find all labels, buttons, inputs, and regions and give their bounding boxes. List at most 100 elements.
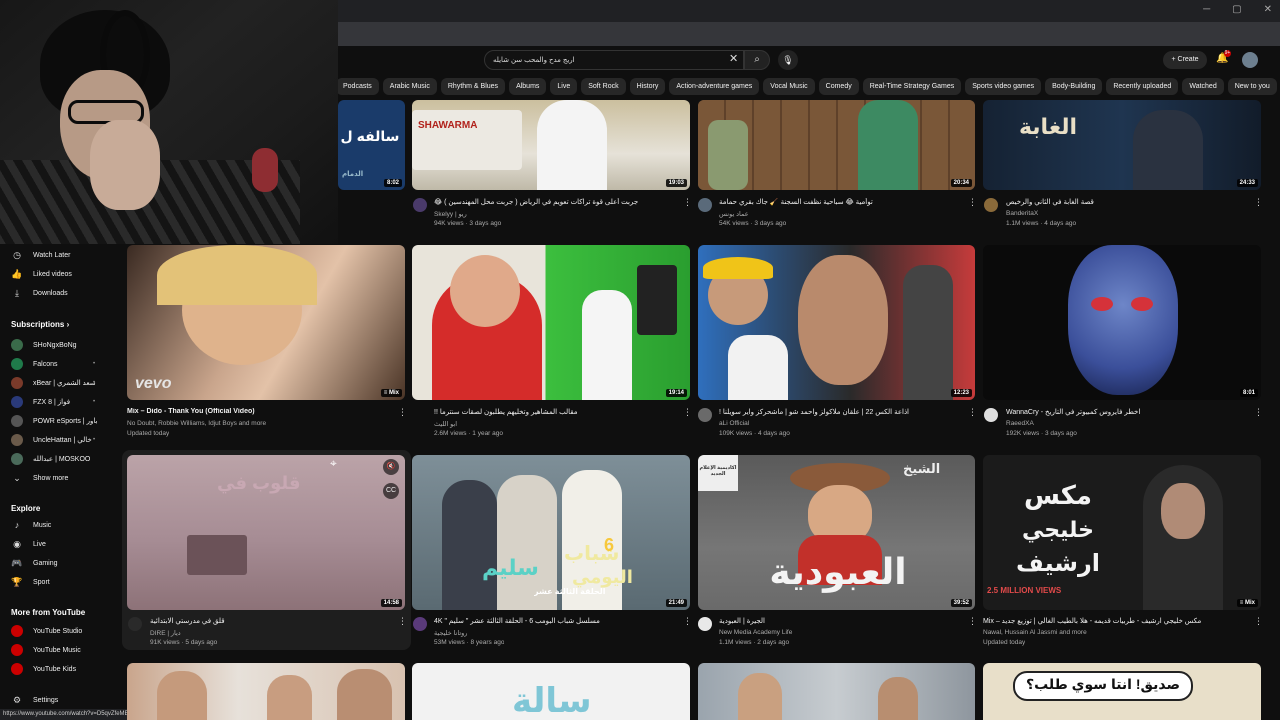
subscriptions-heading[interactable]: Subscriptions › (11, 320, 69, 329)
close-window-icon[interactable]: ✕ (1264, 4, 1272, 15)
sidebar-item-liked[interactable]: 👍 Liked videos (11, 269, 72, 280)
video-thumbnail[interactable]: vevo ≡ Mix (127, 245, 405, 400)
channel-name[interactable]: Nawal, Hussain Al Jassmi and more (983, 629, 1243, 636)
chip-new-to-you[interactable]: New to you (1227, 78, 1277, 95)
chip-comedy[interactable]: Comedy (818, 78, 859, 95)
video-title[interactable]: الجيرة | العبودية (719, 617, 964, 625)
chip-recently-uploaded[interactable]: Recently uploaded (1106, 78, 1179, 95)
video-thumbnail[interactable] (127, 663, 405, 720)
video-title[interactable]: مسلسل شباب البومب 6 - الحلقة الثالثة عشر… (434, 617, 679, 625)
sidebar-item-youtube-kids[interactable]: YouTube Kids (11, 663, 76, 675)
channel-avatar[interactable] (698, 617, 712, 631)
chip-podcasts[interactable]: Podcasts (336, 78, 379, 95)
maximize-icon[interactable]: ▢ (1232, 4, 1241, 15)
mute-button[interactable]: 🔇 (383, 459, 399, 475)
sidebar-item-sport[interactable]: 🏆 Sport (11, 577, 49, 588)
channel-avatar[interactable] (128, 617, 142, 631)
video-title[interactable]: اذاعة الكس 22 | علقان ملاكولز واحمد شو |… (719, 408, 964, 416)
video-thumbnail[interactable]: 20:34 (698, 100, 975, 190)
channel-name[interactable]: DIRE | ديار (150, 629, 350, 637)
search-button[interactable]: ⌕ (744, 50, 770, 70)
channel-name[interactable]: No Doubt, Robbie Williams, Idjut Boys an… (127, 420, 387, 427)
sidebar-sub-item[interactable]: FZX 8 | فواز (11, 396, 70, 408)
channel-avatar[interactable] (413, 198, 427, 212)
channel-name[interactable]: Skelyy | ريو (434, 210, 634, 218)
chip-soft-rock[interactable]: Soft Rock (581, 78, 626, 95)
channel-avatar[interactable] (698, 198, 712, 212)
more-actions-icon[interactable]: ⋮ (1254, 197, 1263, 208)
video-title[interactable]: Mix – Dido - Thank You (Official Video) (127, 408, 387, 415)
chip-body-building[interactable]: Body-Building (1045, 78, 1103, 95)
video-title[interactable]: قصة الغابة في الثاني والرخيص (1006, 198, 1246, 206)
more-actions-icon[interactable]: ⋮ (1254, 616, 1263, 627)
show-more-button[interactable]: ⌄ Show more (11, 473, 68, 484)
video-thumbnail[interactable]: 12:23 (698, 245, 975, 400)
chip-live[interactable]: Live (550, 78, 578, 95)
video-thumbnail[interactable] (698, 663, 975, 720)
channel-name[interactable]: BanderitaX (1006, 210, 1206, 217)
sidebar-item-watch-later[interactable]: ◷ Watch Later (11, 250, 70, 261)
sidebar-sub-item[interactable]: UncleHattan | خالي (11, 434, 92, 446)
chip-history[interactable]: History (629, 78, 666, 95)
sidebar-sub-item[interactable]: Falcons (11, 358, 58, 370)
video-title[interactable]: قلق في مدرستي الابتدائية (150, 617, 390, 625)
channel-name[interactable]: RaeedXA (1006, 420, 1206, 427)
more-actions-icon[interactable]: ⋮ (398, 407, 407, 418)
sidebar-sub-item[interactable]: SHoNgxBoNg (11, 339, 77, 351)
voice-search-button[interactable]: 🎙 (778, 50, 798, 70)
sidebar-sub-item[interactable]: POWR eSports | باور (11, 415, 97, 427)
chip-arabic-music[interactable]: Arabic Music (382, 78, 437, 95)
video-thumbnail[interactable]: صديق! انتا سوي طلب؟ (983, 663, 1261, 720)
more-actions-icon[interactable]: ⋮ (968, 616, 977, 627)
sidebar-sub-item[interactable]: xBear | سعد الشمري (11, 377, 96, 389)
channel-name[interactable]: عماد يونس (719, 210, 919, 218)
channel-avatar[interactable] (984, 198, 998, 212)
chip-action-adventure[interactable]: Action-adventure games (669, 78, 760, 95)
chip-vocal-music[interactable]: Vocal Music (763, 78, 815, 95)
video-thumbnail[interactable]: مكس خليجي ارشيف 2.5 MILLION VIEWS ≡ Mix (983, 455, 1261, 610)
video-thumbnail[interactable]: SHAWARMA 19:03 (412, 100, 690, 190)
more-actions-icon[interactable]: ⋮ (683, 616, 692, 627)
video-title[interactable]: توأمية 😂 سباحية نظفت السجنة 🧹 جاك بقري ح… (719, 198, 964, 206)
chip-albums[interactable]: Albums (509, 78, 547, 95)
video-thumbnail[interactable]: 8:01 (983, 245, 1261, 400)
captions-button[interactable]: CC (383, 483, 399, 499)
video-title[interactable]: جربت أعلى قوة تراكات تعويم في الرياض ( ج… (434, 198, 679, 206)
chip-rts-games[interactable]: Real-Time Strategy Games (862, 78, 962, 95)
sidebar-item-settings[interactable]: ⚙ Settings (11, 695, 58, 706)
sidebar-item-live[interactable]: ◉ Live (11, 539, 46, 550)
create-button[interactable]: + Create (1163, 51, 1207, 69)
video-title[interactable]: Mix – مكس خليجي ارشيف - طربيات قديمه - ه… (983, 617, 1243, 625)
chip-watched[interactable]: Watched (1182, 78, 1224, 95)
sidebar-item-downloads[interactable]: ⤓ Downloads (11, 288, 68, 299)
more-actions-icon[interactable]: ⋮ (683, 197, 692, 208)
video-thumbnail[interactable]: شباب 6 سليم اليومي الحلقة الثالثة عشر 21… (412, 455, 690, 610)
minimize-icon[interactable]: ─ (1203, 4, 1210, 15)
video-thumbnail[interactable]: قلوب في 🔇 CC 14:58 (127, 455, 405, 610)
more-actions-icon[interactable]: ⋮ (968, 197, 977, 208)
video-thumbnail[interactable]: سالة (412, 663, 690, 720)
more-actions-icon[interactable]: ⋮ (398, 616, 407, 627)
clear-search-icon[interactable]: ✕ (729, 52, 738, 65)
sidebar-sub-item[interactable]: عبدالله | MOSKOO (11, 453, 90, 465)
channel-name[interactable]: aLi Official (719, 420, 919, 427)
channel-name[interactable]: روتانا خليجية (434, 629, 634, 637)
video-thumbnail[interactable]: 19:14 (412, 245, 690, 400)
sidebar-item-youtube-music[interactable]: YouTube Music (11, 644, 81, 656)
sidebar-item-gaming[interactable]: 🎮 Gaming (11, 558, 57, 569)
more-actions-icon[interactable]: ⋮ (968, 407, 977, 418)
video-title[interactable]: WannaCry - اخطر فايروس كمبيوتر في التاري… (1006, 408, 1246, 416)
video-title[interactable]: مقالب المشاهير وتخليهم يطلبون لصقات سنتر… (434, 408, 679, 416)
channel-name[interactable]: ابو الليث (434, 420, 634, 428)
account-avatar[interactable] (1242, 52, 1258, 68)
video-thumbnail[interactable]: سالفه ل الدمام 8:02 (338, 100, 405, 190)
video-thumbnail[interactable]: أكاديمية الإعلام الجديد الشيخ العبودية 3… (698, 455, 975, 610)
chip-sports-games[interactable]: Sports video games (965, 78, 1042, 95)
video-thumbnail[interactable]: الغابة 24:33 (983, 100, 1261, 190)
sidebar-item-music[interactable]: ♪ Music (11, 520, 52, 530)
channel-avatar[interactable] (413, 617, 427, 631)
sidebar-item-youtube-studio[interactable]: YouTube Studio (11, 625, 82, 637)
channel-name[interactable]: New Media Academy Life (719, 629, 919, 636)
more-actions-icon[interactable]: ⋮ (683, 407, 692, 418)
chip-rhythm-blues[interactable]: Rhythm & Blues (440, 78, 506, 95)
